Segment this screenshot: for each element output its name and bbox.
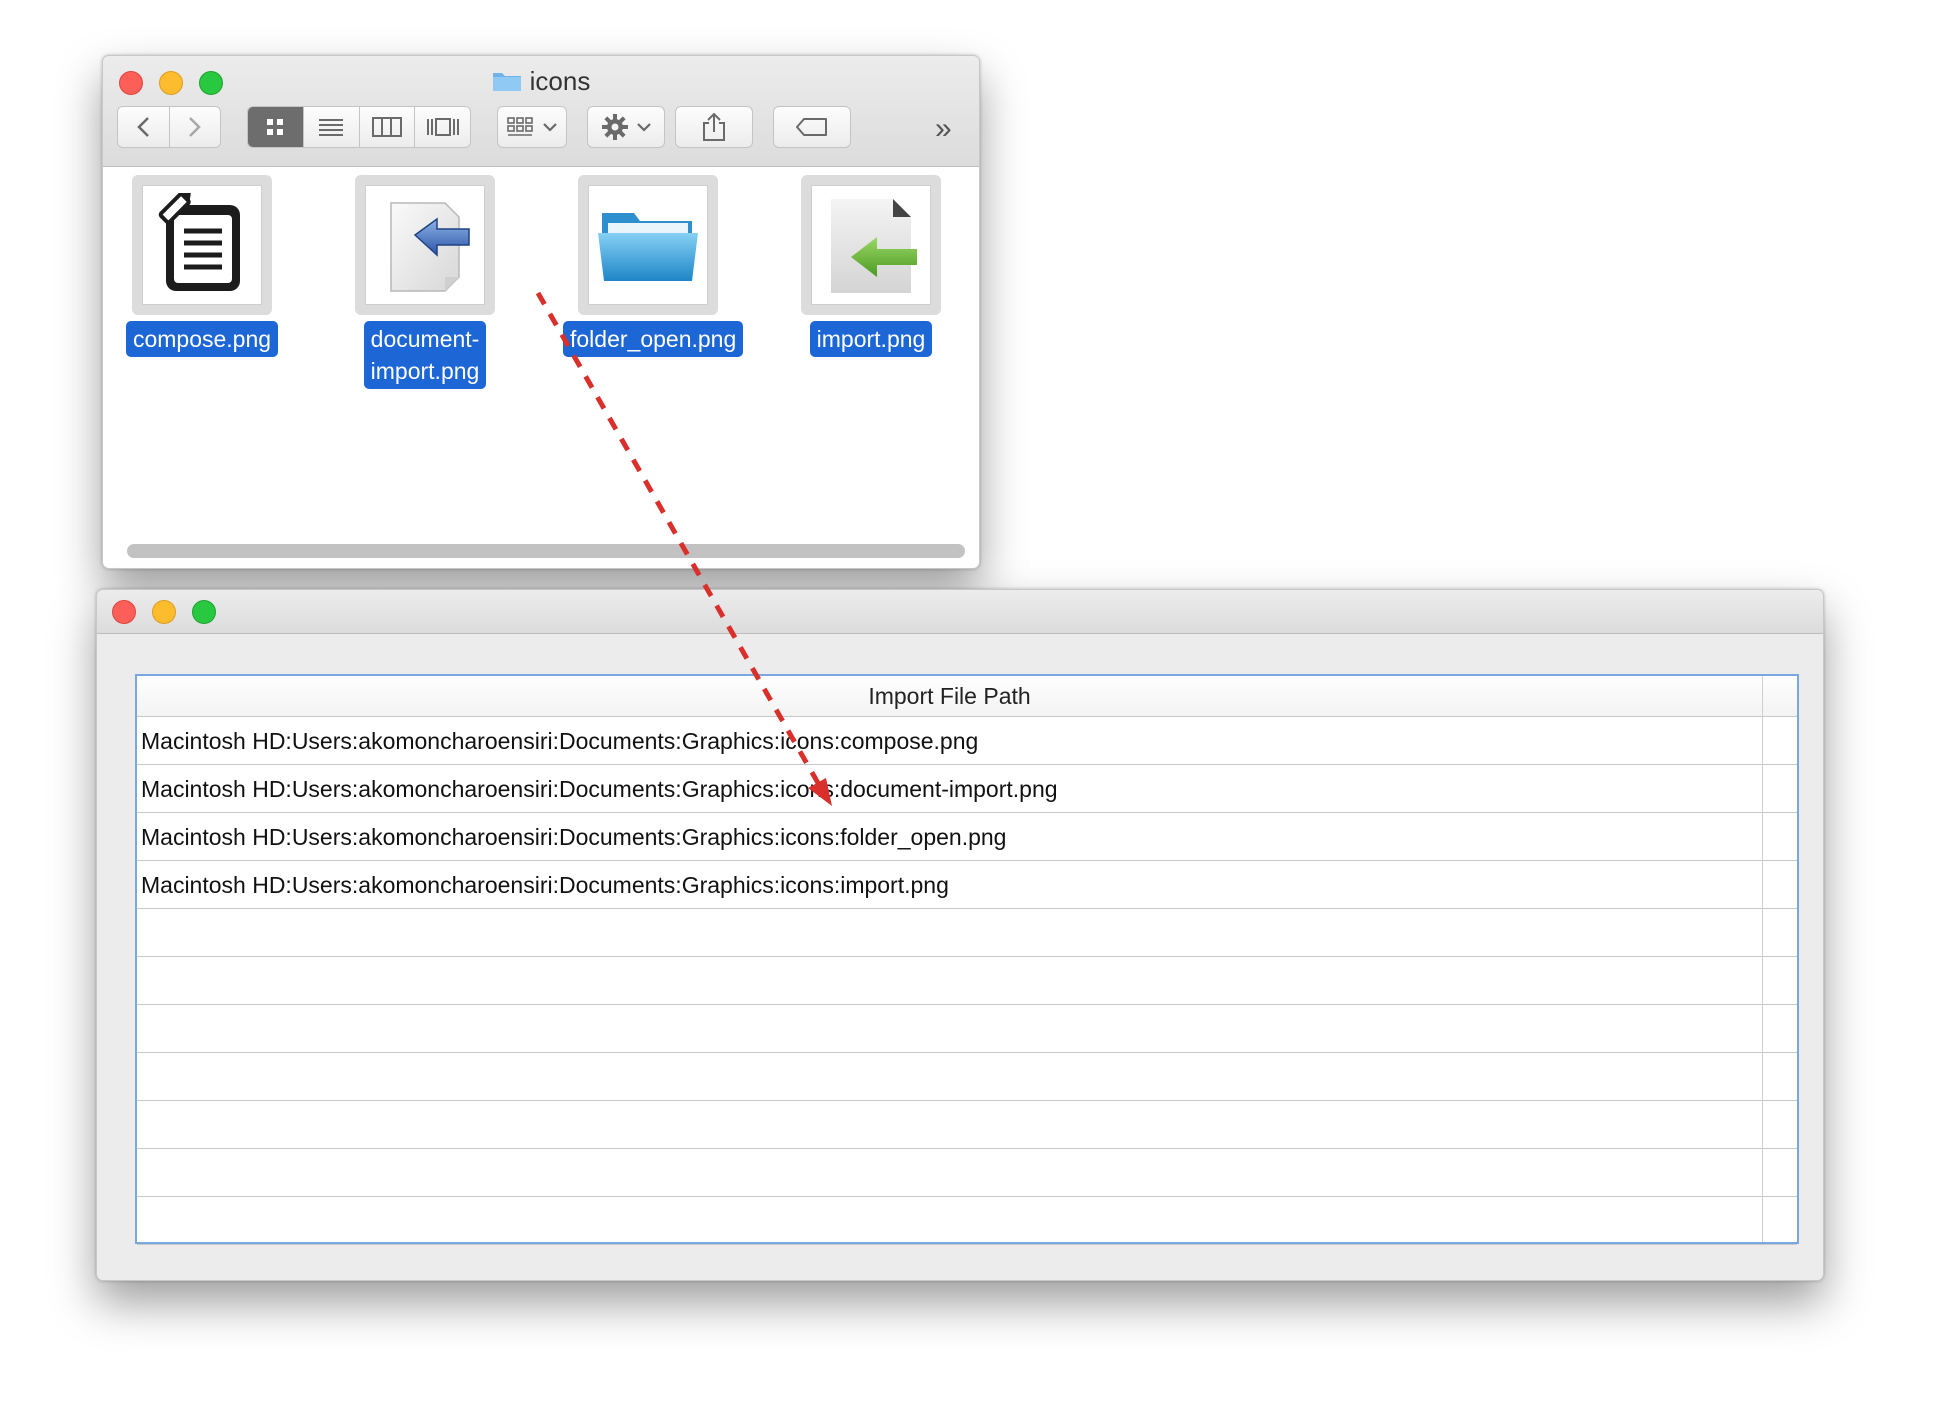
table-row[interactable] [137, 1053, 1797, 1101]
table-row[interactable] [137, 1197, 1797, 1245]
table-row[interactable]: Macintosh HD:Users:akomoncharoensiri:Doc… [137, 813, 1797, 861]
thumbnail [365, 185, 485, 305]
column-divider [1762, 716, 1763, 1242]
import-titlebar [97, 590, 1823, 634]
cover-flow-icon [426, 118, 459, 136]
window-title: icons [103, 66, 979, 97]
close-button[interactable] [112, 600, 136, 624]
import-path-table[interactable]: Import File Path Macintosh HD:Users:akom… [135, 674, 1799, 1245]
import-arrow-icon [831, 199, 917, 293]
table-row[interactable]: Macintosh HD:Users:akomoncharoensiri:Doc… [137, 861, 1797, 909]
file-item-import[interactable]: import.png [786, 175, 956, 357]
file-label[interactable]: compose.png [125, 321, 279, 357]
import-window: Import File Path Macintosh HD:Users:akom… [96, 589, 1824, 1281]
file-item-folder-open[interactable]: folder_open.png [563, 175, 744, 357]
gallery-view-button[interactable] [415, 107, 470, 147]
icon-view-button[interactable] [248, 107, 304, 147]
file-item-document-import[interactable]: document-import.png [340, 175, 510, 389]
finder-window: icons » compose.png document- import.png… [102, 55, 980, 569]
toolbar-overflow-button[interactable]: » [935, 112, 952, 146]
column-view-button[interactable] [359, 107, 416, 147]
folder-open-icon [598, 213, 698, 281]
table-row[interactable] [137, 1101, 1797, 1149]
view-mode-control [247, 106, 471, 148]
folder-icon [492, 73, 521, 91]
nav-buttons [117, 106, 221, 148]
table-row[interactable]: Macintosh HD:Users:akomoncharoensiri:Doc… [137, 765, 1797, 813]
thumbnail [588, 185, 708, 305]
gear-icon [602, 114, 628, 140]
file-item-compose[interactable]: compose.png [117, 175, 287, 357]
table-row[interactable] [137, 909, 1797, 957]
window-title-text: icons [529, 66, 591, 96]
horizontal-scrollbar[interactable] [127, 544, 965, 558]
grid-icon [267, 119, 284, 135]
table-row[interactable] [137, 1149, 1797, 1197]
back-button[interactable] [118, 107, 170, 147]
chevron-right-icon [188, 117, 201, 137]
thumbnail-frame [355, 175, 495, 315]
chevron-down-icon [637, 123, 651, 132]
tag-button[interactable] [773, 106, 851, 148]
thumbnail [811, 185, 931, 305]
table-cell-path: Macintosh HD:Users:akomoncharoensiri:Doc… [141, 872, 949, 898]
table-body: Macintosh HD:Users:akomoncharoensiri:Doc… [137, 717, 1797, 1245]
thumbnail-frame [578, 175, 718, 315]
list-view-button[interactable] [303, 107, 360, 147]
file-label-line-1: document- [370, 326, 480, 352]
share-button[interactable] [675, 106, 753, 148]
file-label[interactable]: folder_open.png [563, 321, 744, 357]
columns-icon [371, 117, 402, 137]
action-button[interactable] [587, 106, 665, 148]
chevron-left-icon [137, 117, 150, 137]
thumbnail [142, 185, 262, 305]
share-icon [703, 112, 725, 141]
thumbnail-frame [801, 175, 941, 315]
file-label[interactable]: document-import.png [363, 321, 487, 389]
document-import-icon [390, 202, 470, 292]
column-header-import-file-path[interactable]: Import File Path [137, 676, 1763, 716]
arrange-grid-icon [507, 117, 533, 136]
table-cell-path: Macintosh HD:Users:akomoncharoensiri:Doc… [141, 728, 979, 754]
finder-titlebar: icons » [103, 56, 979, 167]
compose-icon [158, 193, 240, 291]
zoom-button[interactable] [192, 600, 216, 624]
forward-button[interactable] [169, 107, 220, 147]
list-icon [319, 119, 344, 136]
minimize-button[interactable] [152, 600, 176, 624]
file-label-line-2: import.png [370, 358, 480, 384]
tag-icon [796, 118, 827, 136]
thumbnail-frame [132, 175, 272, 315]
table-row[interactable] [137, 957, 1797, 1005]
table-cell-path: Macintosh HD:Users:akomoncharoensiri:Doc… [141, 776, 1058, 802]
file-label[interactable]: import.png [809, 321, 933, 357]
table-row[interactable]: Macintosh HD:Users:akomoncharoensiri:Doc… [137, 717, 1797, 765]
table-cell-path: Macintosh HD:Users:akomoncharoensiri:Doc… [141, 824, 1007, 850]
table-row[interactable] [137, 1005, 1797, 1053]
chevron-down-icon [543, 123, 557, 132]
arrange-button[interactable] [497, 106, 567, 148]
table-header: Import File Path [137, 676, 1797, 717]
